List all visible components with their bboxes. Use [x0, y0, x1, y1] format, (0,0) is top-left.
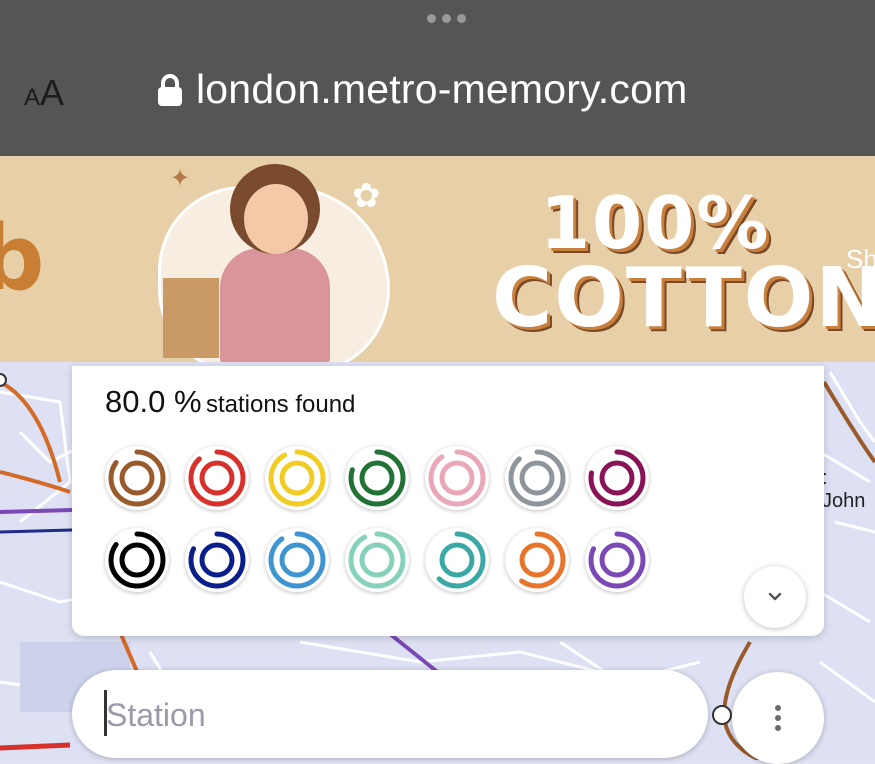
line-progress-ring[interactable]: [425, 446, 489, 510]
progress-percent: 80.0 %: [105, 384, 202, 419]
line-ring-graphic: [588, 531, 646, 589]
ad-partial-text-right: Sh: [846, 244, 875, 274]
line-progress-ring[interactable]: [105, 446, 169, 510]
line-progress-ring[interactable]: [425, 528, 489, 592]
line-ring-graphic: [588, 449, 646, 507]
sparkle-icon: ✦: [170, 165, 191, 192]
line-progress-ring[interactable]: [505, 528, 569, 592]
progress-label: stations found: [205, 391, 356, 418]
expand-panel-button[interactable]: [744, 566, 806, 628]
line-progress-ring[interactable]: [265, 446, 329, 510]
line-ring-graphic: [348, 531, 406, 589]
line-ring-graphic: [508, 449, 566, 507]
cotton-flower-icon: ✿: [352, 177, 381, 215]
url-text: london.metro-memory.com: [196, 66, 688, 112]
text-size-button[interactable]: AA: [24, 72, 64, 114]
line-ring-graphic: [188, 531, 246, 589]
text-size-small-a: A: [24, 84, 41, 111]
more-dots-icon[interactable]: [427, 14, 466, 23]
line-ring-graphic: [428, 449, 486, 507]
line-ring-graphic: [428, 531, 486, 589]
station-search-bar[interactable]: [72, 670, 708, 758]
line-ring-graphic: [108, 449, 166, 507]
chevron-down-icon: [768, 592, 782, 601]
map-station-label: : John: [822, 467, 866, 512]
line-ring-graphic: [508, 531, 566, 589]
line-ring-graphic: [268, 449, 326, 507]
line-ring-graphic: [348, 449, 406, 507]
progress-summary: 80.0 % stations found: [105, 384, 355, 420]
line-progress-ring[interactable]: [585, 528, 649, 592]
line-progress-ring[interactable]: [265, 528, 329, 592]
text-size-big-a: A: [40, 72, 65, 113]
menu-button[interactable]: [732, 672, 824, 764]
line-progress-ring[interactable]: [345, 528, 409, 592]
line-progress-ring[interactable]: [105, 528, 169, 592]
line-progress-ring[interactable]: [345, 446, 409, 510]
line-ring-graphic: [268, 531, 326, 589]
url-field[interactable]: london.metro-memory.com: [156, 66, 687, 113]
line-progress-ring[interactable]: [585, 446, 649, 510]
line-progress-ring[interactable]: [185, 528, 249, 592]
progress-panel: 80.0 % stations found: [72, 366, 824, 636]
text-cursor: [104, 690, 107, 736]
line-ring-graphic: [108, 531, 166, 589]
browser-address-bar: AA london.metro-memory.com: [0, 0, 875, 156]
ad-partial-text-left: b: [0, 206, 45, 311]
lock-icon: [158, 73, 182, 106]
ad-headline-cotton: COTTON: [492, 251, 875, 346]
line-progress-ring[interactable]: [185, 446, 249, 510]
line-ring-graphic: [188, 449, 246, 507]
ad-wooden-box: [163, 278, 219, 358]
ad-child-face: [244, 184, 308, 254]
ad-banner[interactable]: b ✦ ✿ 100% COTTON Sh: [0, 156, 875, 362]
station-input[interactable]: [104, 688, 678, 742]
line-progress-ring[interactable]: [505, 446, 569, 510]
ad-child-dress: [220, 248, 330, 362]
